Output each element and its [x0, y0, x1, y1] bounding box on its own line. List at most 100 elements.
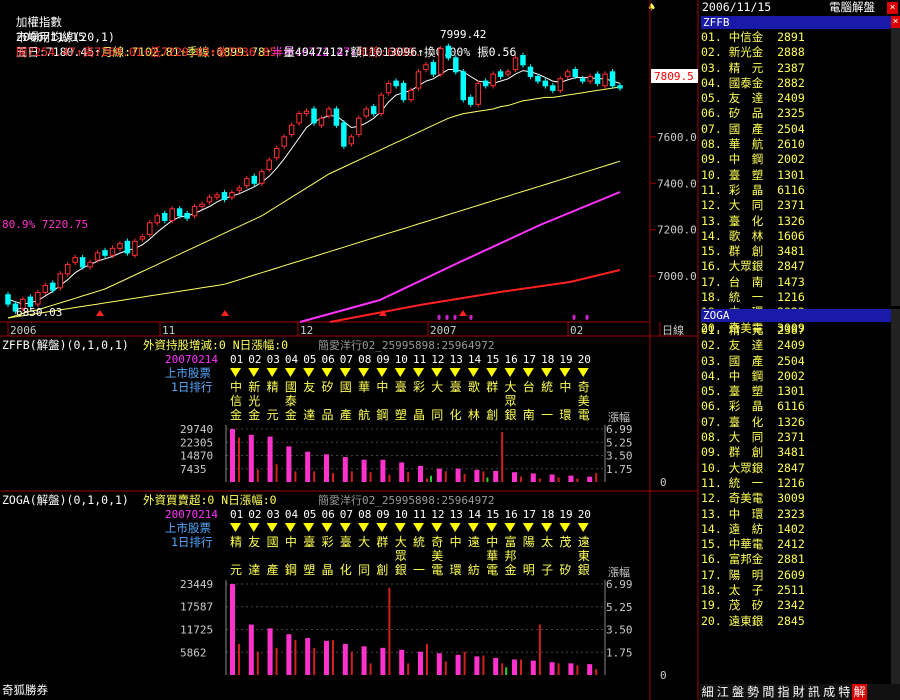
zffb-rank-row[interactable]: 14. 歌 林 1606: [701, 229, 900, 244]
bottom-tab[interactable]: 盤: [730, 684, 745, 700]
zffb-rank-row[interactable]: 05. 友 達 2409: [701, 91, 900, 106]
candle-body: [296, 113, 302, 124]
zoga-rank-no: 18: [541, 508, 554, 521]
zffb-rank-row[interactable]: 18. 統 一 1216: [701, 290, 900, 305]
bottom-tab[interactable]: 間: [761, 684, 776, 700]
zffb-rank-row[interactable]: 15. 群 創 3481: [701, 244, 900, 259]
zoga-rank-row[interactable]: 20. 遠東銀 2845: [701, 614, 900, 629]
zffb-rank-no: 15: [486, 353, 499, 366]
zoga-rank-arrow: [413, 523, 424, 532]
zffb-rank-row[interactable]: 04. 國泰金 2882: [701, 76, 900, 91]
zffb-stock-char: 國: [285, 380, 297, 394]
zoga-rank-arrow: [504, 523, 516, 532]
zoga-rank-row[interactable]: 04. 中 鋼 2002: [701, 369, 900, 384]
zoga-stock-char: 統: [413, 535, 425, 549]
chart-canvas[interactable]: 7000.0 7200.0 7400.0 7600.0 7999.42 6850.03 80…: [0, 0, 700, 700]
candle-body: [176, 208, 183, 217]
zoga-rank-row[interactable]: 02. 友 達 2409: [701, 338, 900, 353]
zoga-rank-row[interactable]: 17. 陽 明 2609: [701, 568, 900, 583]
rank-stock-code: 2387: [777, 60, 805, 75]
zffb-bar-red: [407, 472, 410, 482]
zffb-rank-row[interactable]: 11. 彩 晶 6116: [701, 183, 900, 198]
bottom-tab[interactable]: 勢: [746, 684, 761, 700]
candle-body: [259, 171, 265, 184]
zffb-rank-row[interactable]: 16. 大眾銀 2847: [701, 259, 900, 274]
zoga-stock-char: 銀: [578, 563, 590, 577]
zoga-rank-row[interactable]: 19. 茂 矽 2342: [701, 598, 900, 613]
bottom-tab[interactable]: 江: [715, 684, 730, 700]
zffb-rank-row[interactable]: 12. 大 同 2371: [701, 198, 900, 213]
bottom-tab[interactable]: 指: [776, 684, 791, 700]
zoga-rank-row[interactable]: 09. 群 創 3481: [701, 445, 900, 460]
zffb-rank-row[interactable]: 03. 精 元 2387: [701, 61, 900, 76]
zoga-panel-header[interactable]: ZOGA: [701, 309, 893, 322]
zffb-rank-no: 11: [413, 353, 426, 366]
zffb-stock-char: 塑: [395, 407, 407, 422]
zoga-rank-row[interactable]: 13. 中 環 2323: [701, 507, 900, 522]
zffb-rank-row[interactable]: 17. 台 南 1473: [701, 275, 900, 290]
zoga-rank-row[interactable]: 07. 臺 化 1326: [701, 415, 900, 430]
zoga-rank-row[interactable]: 06. 彩 晶 6116: [701, 399, 900, 414]
zffb-rank-no: 06: [322, 353, 335, 366]
candle-body: [550, 85, 556, 91]
zoga-rank-row[interactable]: 03. 國 產 2504: [701, 354, 900, 369]
zffb-rank-arrow: [321, 368, 333, 377]
rank-stock-code: 1402: [777, 521, 805, 536]
candle-body: [542, 80, 549, 87]
zoga-rank-row[interactable]: 08. 大 同 2371: [701, 430, 900, 445]
zoga-rank-row[interactable]: 12. 奇美電 3009: [701, 491, 900, 506]
zoga-left-tick: 5862: [180, 646, 207, 659]
zoga-bar-red: [313, 647, 316, 675]
rank-stock-code: 2371: [777, 430, 805, 445]
zffb-rank-no: 18: [541, 353, 554, 366]
zffb-bar-green: [486, 477, 489, 482]
zoga-right-tick: 1.75: [606, 646, 633, 659]
zffb-rank-row[interactable]: 07. 國 產 2504: [701, 122, 900, 137]
zffb-close-icon[interactable]: ×: [891, 16, 900, 28]
zffb-rank-no: 02: [248, 353, 261, 366]
zffb-rank-row[interactable]: 01. 中信金 2891: [701, 30, 900, 45]
bottom-tab[interactable]: 特: [837, 684, 852, 700]
zffb-rank-row[interactable]: 02. 新光金 2888: [701, 45, 900, 60]
rank-stock-name: 遠 紡: [728, 521, 778, 536]
zoga-rank-arrow: [303, 523, 315, 532]
bottom-tab[interactable]: 細: [700, 684, 715, 700]
zoga-rank-row[interactable]: 16. 富邦金 2881: [701, 552, 900, 567]
zffb-bar-red: [576, 478, 579, 482]
zoga-rank-arrow: [230, 523, 241, 532]
zffb-rank-row[interactable]: 13. 臺 化 1326: [701, 214, 900, 229]
zoga-stock-char: 化: [340, 563, 352, 577]
zoga-stock-char: 遠: [578, 535, 590, 549]
zffb-stock-char: 信: [230, 394, 242, 408]
zoga-rank-row[interactable]: 15. 中華電 2412: [701, 537, 900, 552]
bottom-tab[interactable]: 訊: [806, 684, 821, 700]
zffb-rank-row[interactable]: 09. 中 鋼 2002: [701, 152, 900, 167]
zffb-rank-row[interactable]: 08. 華 航 2610: [701, 137, 900, 152]
zffb-rank-row[interactable]: 06. 矽 品 2325: [701, 106, 900, 121]
rank-no: 14.: [701, 228, 729, 243]
zoga-rank-row[interactable]: 11. 統 一 1216: [701, 476, 900, 491]
zoga-rank-row[interactable]: 05. 臺 塑 1301: [701, 384, 900, 399]
zoga-bar-pink: [436, 653, 442, 675]
bottom-tab[interactable]: 成: [822, 684, 837, 700]
rank-stock-name: 國 產: [728, 121, 778, 136]
right-top-close-icon[interactable]: ×: [887, 2, 898, 14]
zoga-bar-pink: [474, 656, 480, 675]
rank-no: 19.: [701, 598, 729, 613]
zffb-rank-row[interactable]: 10. 臺 塑 1301: [701, 168, 900, 183]
zffb-bar-red: [294, 471, 297, 482]
zffb-stock-char: 一: [541, 408, 553, 422]
candle-body: [147, 222, 153, 235]
zoga-rank-row[interactable]: 01. 精 元 2387: [701, 323, 900, 338]
zffb-panel-header[interactable]: ZFFB: [701, 16, 893, 29]
rank-stock-code: 2409: [777, 91, 805, 106]
zoga-rank-row[interactable]: 10. 大眾銀 2847: [701, 461, 900, 476]
zoga-rank-row[interactable]: 18. 太 子 2511: [701, 583, 900, 598]
zoga-subtitle: 外資買賣超:0 N日漲幅:0: [143, 493, 277, 507]
zoga-bar-pink: [455, 654, 461, 675]
bottom-tab[interactable]: 財: [791, 684, 806, 700]
rank-no: 07.: [701, 414, 729, 429]
zoga-rank-row[interactable]: 14. 遠 紡 1402: [701, 522, 900, 537]
signal-up-triangle: [221, 310, 229, 316]
bottom-tab[interactable]: 解: [851, 684, 868, 700]
